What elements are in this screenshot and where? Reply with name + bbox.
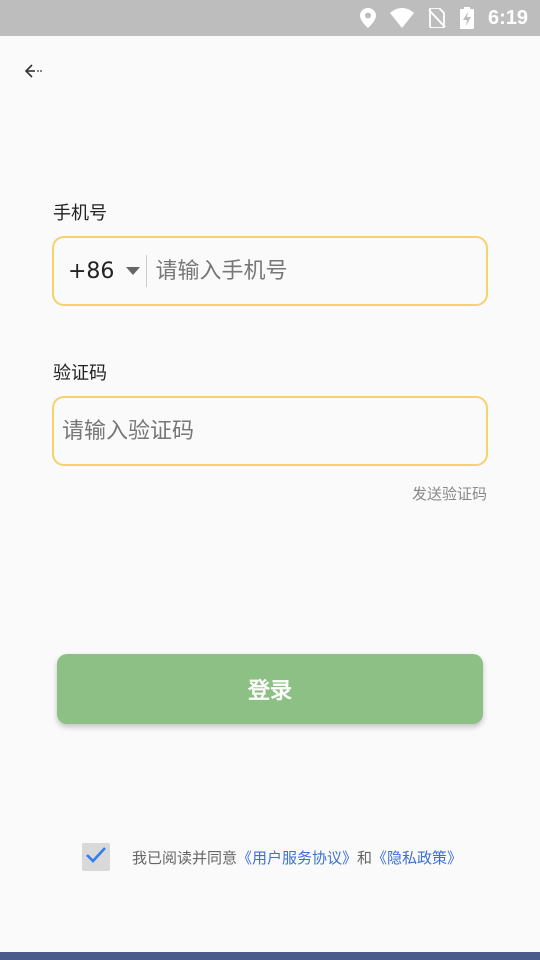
battery-charging-icon — [459, 7, 474, 29]
agreement-checkbox[interactable] — [82, 843, 110, 871]
back-button[interactable] — [18, 58, 48, 88]
code-field — [52, 396, 488, 466]
privacy-policy-link[interactable]: 《隐私政策》 — [372, 849, 462, 867]
agreement-conjunction: 和 — [357, 848, 373, 867]
no-sim-icon — [428, 8, 446, 28]
agreement-row: 我已阅读并同意《用户服务协议》和《隐私政策》 — [82, 843, 462, 871]
location-icon — [359, 8, 376, 28]
phone-input[interactable] — [147, 238, 486, 304]
login-button[interactable]: 登录 — [57, 654, 483, 724]
status-time: 6:19 — [487, 6, 528, 29]
wifi-icon — [389, 8, 414, 28]
agreement-prefix: 我已阅读并同意 — [132, 848, 238, 867]
back-arrow-icon — [23, 63, 43, 83]
status-bar: 6:19 — [0, 0, 540, 36]
code-label: 验证码 — [53, 363, 107, 384]
bottom-taskbar-strip — [0, 952, 540, 960]
checkmark-icon — [85, 846, 107, 868]
country-code: +86 — [68, 258, 115, 284]
country-code-selector[interactable]: +86 — [54, 238, 141, 304]
user-agreement-link[interactable]: 《用户服务协议》 — [237, 849, 357, 867]
chevron-down-icon — [126, 267, 141, 275]
phone-field: +86 — [52, 236, 488, 306]
code-input[interactable] — [54, 398, 486, 464]
send-code-button[interactable]: 发送验证码 — [412, 483, 487, 504]
agreement-text: 我已阅读并同意《用户服务协议》和《隐私政策》 — [132, 847, 462, 868]
phone-label: 手机号 — [53, 203, 107, 224]
